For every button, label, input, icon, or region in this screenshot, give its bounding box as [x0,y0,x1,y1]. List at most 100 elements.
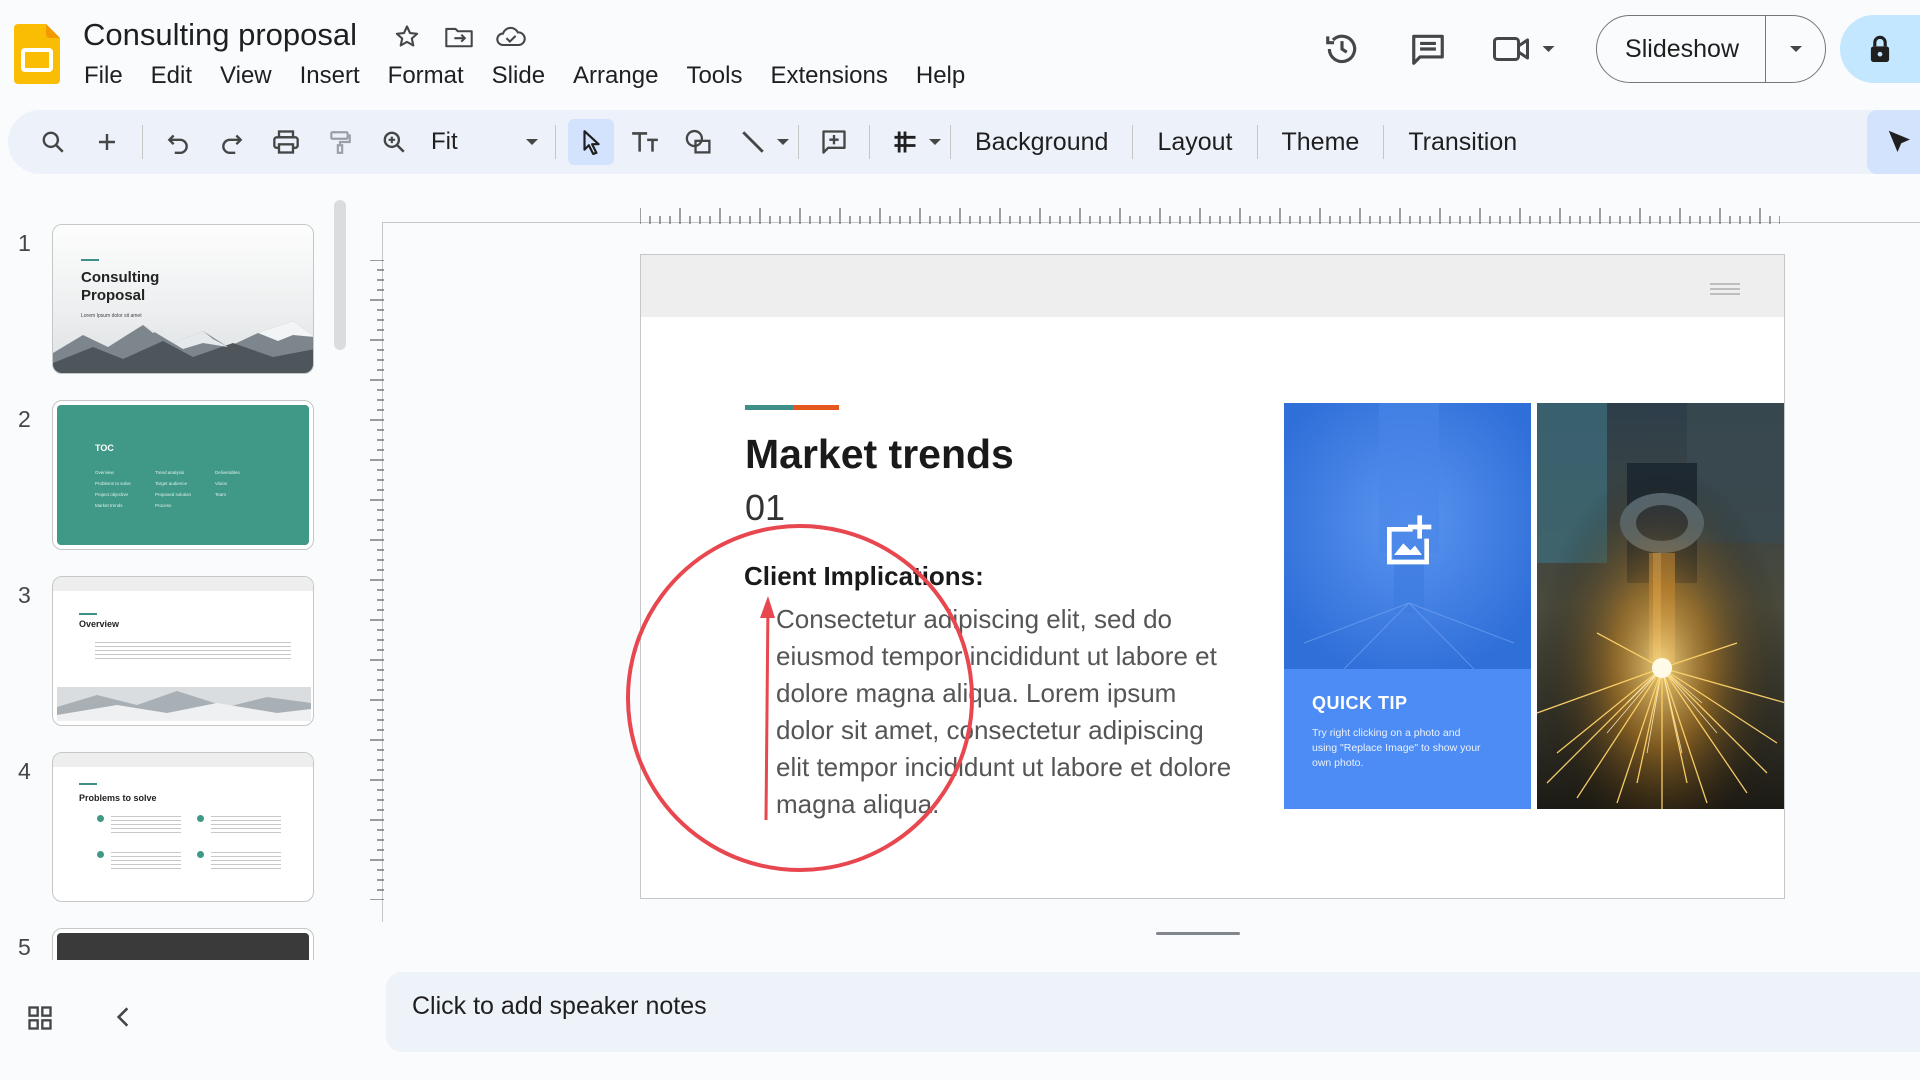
vertical-ruler[interactable] [368,260,384,900]
layout-button[interactable]: Layout [1141,128,1248,157]
laser-pointer-icon[interactable] [1867,110,1920,174]
quick-tip-box: QUICK TIP Try right clicking on a photo … [1284,669,1531,809]
thumbnail-title: Consulting Proposal [81,269,160,304]
lock-icon [1870,35,1890,62]
thumbnail-title: Overview [79,619,120,629]
grid-view-toggle-icon[interactable] [26,1004,54,1037]
thumbnail-title: TOC [95,443,114,453]
move-to-folder-icon[interactable] [442,20,476,54]
slide-subheading[interactable]: Client Implications: [744,561,984,592]
background-button[interactable]: Background [959,128,1124,157]
menu-extensions[interactable]: Extensions [756,58,901,94]
zoom-value: Fit [431,128,458,155]
toc-item: Trend analysis [155,470,185,475]
slide-section-number[interactable]: 01 [745,487,785,529]
filmstrip-slide-1[interactable]: 1 Consulting Proposal Lorem Ipsum dolor … [0,200,330,374]
quick-tip-panel[interactable]: QUICK TIP Try right clicking on a photo … [1284,403,1531,809]
placeholder-photo[interactable] [1284,403,1531,670]
toolbar-divider [1383,125,1385,159]
thumbnail-subtitle: Lorem Ipsum dolor sit amet [81,313,142,319]
undo-icon[interactable] [155,119,201,165]
slideshow-dropdown[interactable] [1765,16,1825,82]
line-icon[interactable] [730,119,776,165]
grid-dropdown-icon[interactable] [928,138,942,146]
theme-button[interactable]: Theme [1266,128,1376,157]
current-slide[interactable]: Market trends 01 Client Implications: Co… [640,254,1785,899]
menu-bar: File Edit View Insert Format Slide Arran… [70,58,979,94]
welding-photo[interactable] [1537,403,1784,809]
toc-item: Project objective [95,492,129,497]
slide-number: 5 [18,934,31,960]
zoom-select[interactable]: Fit [421,119,547,165]
paint-format-icon[interactable] [317,119,363,165]
slides-logo-icon[interactable] [14,24,60,84]
toc-item: Vision [215,481,228,486]
menu-arrange[interactable]: Arrange [559,58,672,94]
line-dropdown-icon[interactable] [776,138,790,146]
add-comment-icon[interactable] [811,119,857,165]
redo-icon[interactable] [209,119,255,165]
slide-thumbnail[interactable]: Problems to solve [52,752,314,902]
slideshow-button[interactable]: Slideshow [1597,16,1765,82]
menu-file[interactable]: File [70,58,137,94]
toc-item: Proposed solution [155,492,192,497]
slide-number: 3 [18,582,31,608]
cloud-saved-icon[interactable] [494,20,528,54]
toolbar-divider [142,125,143,159]
search-icon[interactable] [30,119,76,165]
snow-mountain-image [57,687,311,721]
menu-format[interactable]: Format [374,58,478,94]
filmstrip-slide-2[interactable]: 2 TOC Overview Problems to solve Project… [0,376,330,550]
version-history-icon[interactable] [1314,21,1370,77]
filmstrip-slide-4[interactable]: 4 Problems to solve [0,728,330,902]
slide-thumbnail[interactable]: Consulting Proposal Lorem Ipsum dolor si… [52,224,314,374]
menu-tools[interactable]: Tools [672,58,756,94]
toc-item: Market trends [95,503,123,508]
meet-icon[interactable] [1486,21,1566,77]
menu-edit[interactable]: Edit [137,58,206,94]
star-icon[interactable] [390,20,424,54]
horizontal-ruler[interactable] [640,200,1780,224]
print-icon[interactable] [263,119,309,165]
toolbar-divider [950,125,951,159]
menu-view[interactable]: View [206,58,286,94]
comments-icon[interactable] [1400,21,1456,77]
transition-button[interactable]: Transition [1392,128,1533,157]
header: Consulting proposal File Edit View Inser… [0,0,1920,100]
toc-item: Process [155,503,172,508]
chevron-down-icon [526,139,538,145]
slide-thumbnail[interactable]: Overview [52,576,314,726]
slide-body-text[interactable]: Consectetur adipiscing elit, sed do eius… [776,601,1236,823]
toc-item: Team [215,492,227,497]
filmstrip-slide-5[interactable]: 5 [0,904,330,960]
new-slide-icon[interactable] [84,119,130,165]
document-title[interactable]: Consulting proposal [83,17,357,53]
slide-number: 1 [18,230,31,256]
toc-item: Problems to solve [95,481,131,486]
slide-number: 2 [18,406,31,432]
filmstrip-slide-3[interactable]: 3 Overview [0,552,330,726]
mountain-image [53,321,313,373]
select-cursor-icon[interactable] [568,119,614,165]
text-box-icon[interactable] [622,119,668,165]
menu-insert[interactable]: Insert [286,58,374,94]
filmstrip-scrollbar[interactable] [334,200,346,350]
thumbnail-title: Problems to solve [79,793,157,803]
collapse-filmstrip-icon[interactable] [112,1004,134,1035]
shape-icon[interactable] [676,119,722,165]
speaker-notes[interactable]: Click to add speaker notes [386,972,1920,1052]
slide-title[interactable]: Market trends [745,431,1014,478]
zoom-icon[interactable] [371,119,417,165]
slide-thumbnail[interactable]: TOC Overview Problems to solve Project o… [52,400,314,550]
toolbar-divider [555,125,556,159]
menu-lines-icon [1710,283,1740,298]
share-button[interactable] [1840,15,1920,83]
slide-thumbnail[interactable] [52,928,314,960]
menu-slide[interactable]: Slide [478,58,559,94]
add-image-icon[interactable] [1380,513,1436,569]
quick-tip-title: QUICK TIP [1312,693,1408,713]
toolbar-divider [798,125,799,159]
grid-view-icon[interactable] [882,119,928,165]
notes-resize-handle[interactable] [1156,932,1240,935]
menu-help[interactable]: Help [902,58,979,94]
